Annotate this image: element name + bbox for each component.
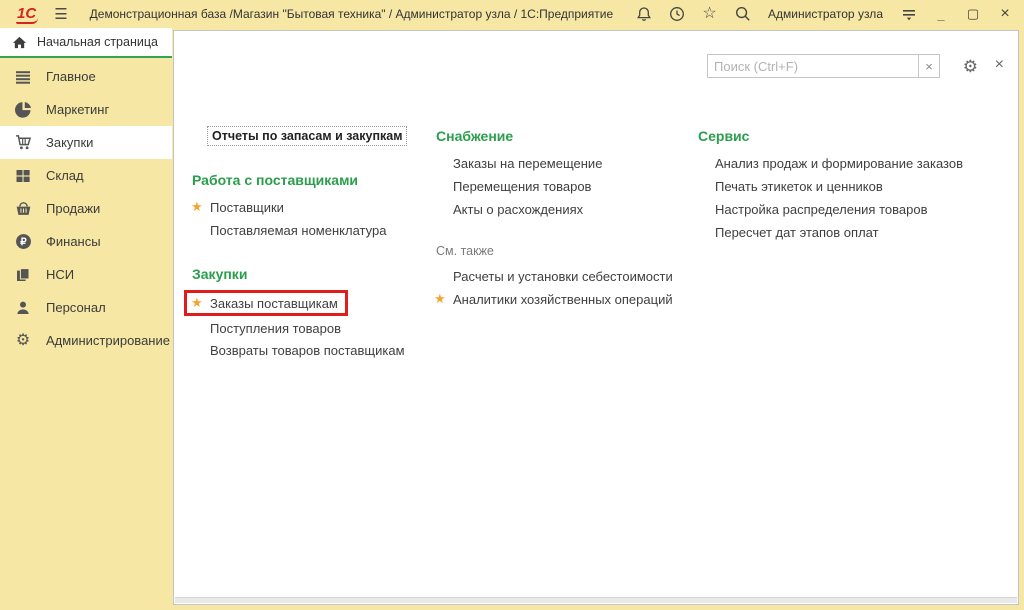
ruble-circle-icon: ₽ — [14, 233, 32, 251]
books-icon — [14, 266, 32, 284]
link-discrepancy-acts[interactable]: Акты о расхождениях — [453, 199, 583, 219]
link-transfer-orders[interactable]: Заказы на перемещение — [453, 153, 602, 173]
search-clear-icon[interactable]: × — [919, 54, 940, 78]
main-panel: × ⚙ × Отчеты по запасам и закупкам Работ… — [173, 30, 1019, 605]
link-sales-analysis-order-forming[interactable]: Анализ продаж и формирование заказов — [715, 153, 963, 173]
search-icon[interactable] — [733, 5, 752, 24]
svg-text:₽: ₽ — [20, 237, 27, 248]
sidebar-item-label: Персонал — [46, 300, 106, 315]
warehouse-grid-icon — [14, 167, 32, 185]
close-window-button[interactable]: × — [996, 5, 1014, 23]
menu-lines-icon — [14, 68, 32, 86]
search-input[interactable] — [707, 54, 919, 78]
notifications-bell-icon[interactable] — [634, 5, 653, 24]
link-supplied-nomenclature[interactable]: Поставляемая номенклатура — [210, 220, 386, 240]
section-header-suppliers-work: Работа с поставщиками — [192, 170, 358, 190]
tab-home-page[interactable]: Начальная страница — [0, 28, 172, 58]
cart-icon — [14, 134, 32, 152]
current-user-menu[interactable]: Администратор узла — [768, 7, 883, 21]
section-header-supply: Снабжение — [436, 126, 513, 146]
sidebar-item-master-data[interactable]: НСИ — [0, 258, 172, 291]
titlebar: 1С ☰ Демонстрационная база /Магазин "Быт… — [0, 0, 1024, 28]
link-goods-distribution-setup[interactable]: Настройка распределения товаров — [715, 199, 927, 219]
search-group: × — [707, 54, 940, 78]
link-goods-transfers[interactable]: Перемещения товаров — [453, 176, 591, 196]
link-business-operation-analytics[interactable]: ★ Аналитики хозяйственных операций — [434, 289, 673, 309]
sidebar-item-sales[interactable]: Продажи — [0, 192, 172, 225]
home-icon — [12, 35, 27, 50]
sidebar-item-label: Главное — [46, 69, 96, 84]
window-title: Демонстрационная база /Магазин "Бытовая … — [90, 7, 614, 21]
link-label-price-tag-printing[interactable]: Печать этикеток и ценников — [715, 176, 883, 196]
link-goods-receipts[interactable]: Поступления товаров — [210, 318, 341, 338]
pie-chart-icon — [14, 101, 32, 119]
person-icon — [14, 299, 32, 317]
favorite-star-icon: ★ — [191, 296, 205, 310]
sidebar: Главное Маркетинг Закупки — [0, 60, 172, 610]
maximize-button[interactable]: ▢ — [964, 6, 982, 22]
see-also-header: См. также — [436, 241, 494, 261]
section-header-purchases: Закупки — [192, 264, 247, 284]
app-window: 1С ☰ Демонстрационная база /Магазин "Быт… — [0, 0, 1024, 610]
link-supplier-orders[interactable]: ★ Заказы поставщикам — [191, 293, 338, 313]
horizontal-scrollbar[interactable] — [175, 597, 1017, 603]
sidebar-item-label: Продажи — [46, 201, 100, 216]
favorites-star-icon[interactable]: ☆ — [700, 5, 719, 24]
sidebar-item-label: Маркетинг — [46, 102, 109, 117]
sidebar-item-label: Финансы — [46, 234, 101, 249]
section-header-service: Сервис — [698, 126, 749, 146]
sidebar-item-label: Закупки — [46, 135, 93, 150]
main-menu-icon[interactable]: ☰ — [54, 5, 67, 23]
sidebar-item-finance[interactable]: ₽ Финансы — [0, 225, 172, 258]
1c-logo: 1С — [16, 5, 38, 24]
reports-stock-purchases-button[interactable]: Отчеты по запасам и закупкам — [207, 126, 407, 146]
link-cost-calculations[interactable]: Расчеты и установки себестоимости — [453, 266, 673, 286]
history-icon[interactable] — [667, 5, 686, 24]
link-payment-stage-date-recalc[interactable]: Пересчет дат этапов оплат — [715, 222, 879, 242]
panel-close-icon[interactable]: × — [995, 56, 1004, 74]
favorite-star-icon: ★ — [434, 292, 448, 306]
sidebar-item-warehouse[interactable]: Склад — [0, 159, 172, 192]
sidebar-item-label: Склад — [46, 168, 84, 183]
sidebar-item-label: НСИ — [46, 267, 74, 282]
service-menu-icon[interactable] — [899, 5, 918, 24]
sidebar-item-main[interactable]: Главное — [0, 60, 172, 93]
favorite-star-icon: ★ — [191, 200, 205, 214]
tab-home-label: Начальная страница — [37, 35, 158, 49]
sidebar-item-label: Администрирование — [46, 333, 170, 348]
minimize-button[interactable]: _ — [932, 7, 950, 22]
basket-icon — [14, 200, 32, 218]
link-suppliers[interactable]: ★ Поставщики — [191, 197, 284, 217]
sidebar-item-purchases[interactable]: Закупки — [0, 126, 172, 159]
link-returns-to-suppliers[interactable]: Возвраты товаров поставщикам — [210, 340, 405, 360]
gear-icon: ⚙ — [14, 332, 32, 350]
sidebar-item-administration[interactable]: ⚙ Администрирование — [0, 324, 172, 357]
settings-gear-icon[interactable]: ⚙ — [963, 57, 978, 77]
sidebar-item-personnel[interactable]: Персонал — [0, 291, 172, 324]
sidebar-item-marketing[interactable]: Маркетинг — [0, 93, 172, 126]
